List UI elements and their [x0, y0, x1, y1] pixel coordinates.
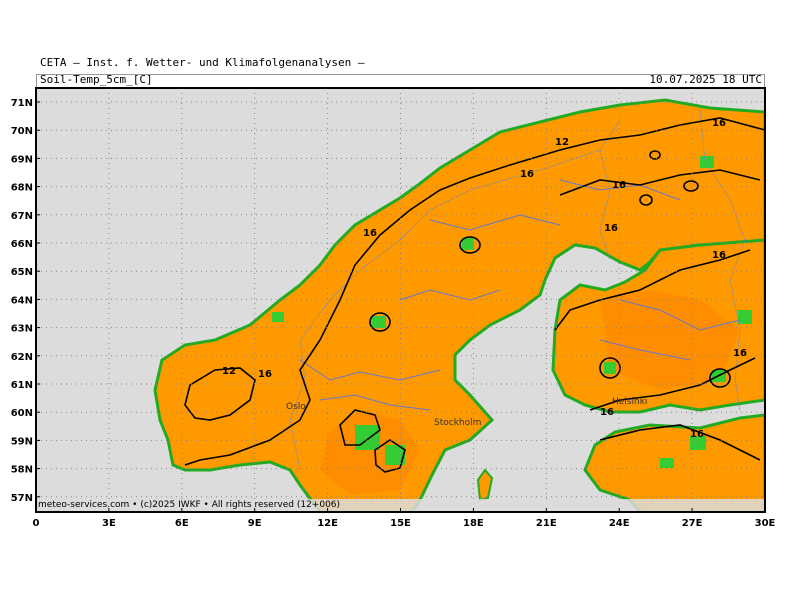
lat-tick-label: 70N	[11, 126, 33, 137]
city-label-stockholm: Stockholm	[434, 418, 481, 428]
cool-patch	[700, 156, 714, 168]
lat-tick-label: 65N	[11, 267, 33, 278]
footer-credit: meteo-services.com • (c)2025 IWKF • All …	[38, 500, 341, 510]
contour-label: 16	[712, 250, 726, 261]
contour-label: 16	[612, 180, 626, 191]
contour-label: 16	[520, 169, 534, 180]
lat-tick-label: 60N	[11, 408, 33, 419]
lon-tick-label: 0	[33, 518, 40, 529]
contour-label: 16	[258, 369, 272, 380]
lat-tick-label: 68N	[11, 183, 33, 194]
cool-patch	[355, 425, 380, 450]
cool-patch	[462, 238, 474, 250]
lat-tick-label: 58N	[11, 465, 33, 476]
lon-tick-label: 12E	[317, 518, 338, 529]
lat-tick-label: 66N	[11, 239, 33, 250]
lat-tick-label: 63N	[11, 324, 33, 335]
city-label-oslo: Oslo	[286, 402, 306, 412]
lon-tick-label: 24E	[609, 518, 630, 529]
contour-label: 16	[363, 228, 377, 239]
cool-patch	[272, 312, 284, 322]
city-label-helsinki: Helsinki	[612, 397, 647, 407]
contour-label: 16	[604, 223, 618, 234]
contour-label: 12	[222, 366, 236, 377]
lon-tick-label: 21E	[536, 518, 557, 529]
contour-label: 16	[733, 348, 747, 359]
lon-tick-label: 3E	[102, 518, 116, 529]
lat-tick-label: 67N	[11, 211, 33, 222]
lon-tick-label: 27E	[682, 518, 703, 529]
lon-tick-label: 6E	[175, 518, 189, 529]
lat-tick-label: 62N	[11, 352, 33, 363]
lon-tick-label: 9E	[248, 518, 262, 529]
lat-tick-label: 71N	[11, 98, 33, 109]
contour-label: 16	[690, 429, 704, 440]
lat-tick-label: 64N	[11, 295, 33, 306]
lon-tick-label: 18E	[463, 518, 484, 529]
contour-label: 16	[712, 118, 726, 129]
cool-patch	[372, 316, 386, 328]
soil-temperature-map: 12 16 16 16 16 16 16 16 12 16 16 16 Oslo…	[11, 87, 776, 529]
contour-label: 16	[600, 407, 614, 418]
contour-label: 12	[555, 137, 569, 148]
cool-patch	[660, 458, 674, 468]
lon-tick-label: 30E	[755, 518, 776, 529]
lat-tick-label: 57N	[11, 493, 33, 504]
lat-tick-label: 69N	[11, 154, 33, 165]
lat-tick-label: 61N	[11, 380, 33, 391]
cool-patch	[738, 310, 752, 324]
cool-patch	[604, 362, 616, 374]
lon-tick-label: 15E	[390, 518, 411, 529]
lat-tick-label: 59N	[11, 436, 33, 447]
